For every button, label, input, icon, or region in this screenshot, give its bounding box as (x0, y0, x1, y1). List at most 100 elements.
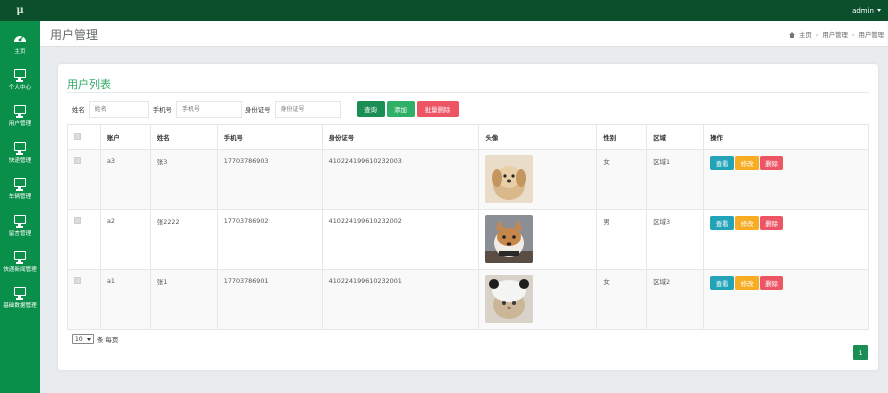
app-logo[interactable]: μ (0, 0, 40, 21)
actions-cell: 查看 修改 删除 (703, 269, 869, 330)
sidebar-item-label: 快递新闻管理 (3, 267, 37, 273)
search-filters: 姓名 手机号 身份证号 查询 添加 批量删除 (72, 100, 459, 118)
gender-cell: 男 (596, 209, 648, 270)
row-select-cell (67, 149, 101, 210)
phone-filter-label: 手机号 (152, 105, 172, 114)
phone-cell: 17703786901 (216, 269, 323, 330)
sidebar-item-label: 主页 (14, 49, 26, 55)
row-select-cell (67, 269, 101, 330)
account-cell: a2 (99, 209, 151, 270)
sidebar-item-news-management[interactable]: 快递新闻管理 (0, 243, 40, 279)
sidebar: 主页 个人中心 用户管理 快递管理 车辆管理 留言管理 快递新闻管理 基础数据管… (0, 21, 40, 393)
sidebar-item-message-management[interactable]: 留言管理 (0, 207, 40, 243)
row-checkbox[interactable] (74, 217, 81, 224)
phone-cell: 17703786903 (216, 149, 323, 210)
gender-cell: 女 (596, 269, 648, 330)
page-title: 用户管理 (50, 28, 99, 42)
column-header: 区域 (646, 124, 705, 150)
idcard-filter-label: 身份证号 (244, 105, 271, 114)
idcard-filter-input[interactable] (274, 100, 341, 118)
account-cell: a3 (99, 149, 151, 210)
column-header: 头像 (478, 124, 598, 150)
delete-button[interactable]: 删除 (760, 276, 784, 290)
divider (67, 92, 869, 93)
avatar-cell (478, 149, 598, 210)
sidebar-item-label: 用户管理 (8, 121, 32, 127)
actions-cell: 查看 修改 删除 (703, 149, 869, 210)
dashboard-icon (12, 30, 28, 44)
table-row: a3 张3 17703786903 410224199610232003 女 区… (67, 149, 869, 210)
sidebar-item-label: 车辆管理 (8, 194, 32, 200)
page-size-select[interactable]: 10 (72, 334, 94, 344)
table-header-row: 账户 姓名 手机号 身份证号 头像 性别 区域 操作 (67, 124, 869, 150)
cat-avatar (485, 275, 534, 323)
view-button[interactable]: 查看 (710, 276, 735, 290)
breadcrumb-item[interactable]: 用户管理 (822, 30, 848, 39)
name-cell: 张1 (149, 269, 218, 330)
delete-button[interactable]: 删除 (760, 216, 784, 230)
account-cell: a1 (99, 269, 151, 330)
sidebar-item-basic-data-management[interactable]: 基础数据管理 (0, 279, 40, 315)
monitor-icon (12, 102, 28, 118)
sidebar-item-personal-center[interactable]: 个人中心 (0, 61, 40, 97)
page-button-current[interactable]: 1 (853, 345, 868, 360)
page-header: 用户管理 主页 › 用户管理 › 用户管理 (40, 21, 888, 47)
sidebar-item-label: 个人中心 (8, 85, 32, 91)
region-cell: 区域3 (646, 209, 705, 270)
sidebar-item-express-management[interactable]: 快递管理 (0, 134, 40, 170)
idcard-cell: 410224199610232001 (321, 269, 480, 330)
column-header: 手机号 (216, 124, 323, 150)
view-button[interactable]: 查看 (710, 216, 735, 230)
edit-button[interactable]: 修改 (735, 216, 760, 230)
card-title: 用户列表 (67, 78, 111, 91)
delete-button[interactable]: 删除 (760, 156, 784, 170)
add-button[interactable]: 添加 (386, 101, 415, 117)
breadcrumb-home[interactable]: 主页 (799, 30, 812, 39)
sidebar-item-label: 快递管理 (8, 158, 32, 164)
sidebar-item-label: 基础数据管理 (3, 303, 37, 309)
page-size-control: 10 条 每页 (72, 334, 118, 344)
phone-filter-input[interactable] (175, 100, 242, 118)
name-cell: 张3 (149, 149, 218, 210)
sidebar-item-vehicle-management[interactable]: 车辆管理 (0, 170, 40, 206)
region-cell: 区域1 (646, 149, 705, 210)
column-header: 性别 (596, 124, 648, 150)
monitor-icon (12, 284, 28, 300)
user-name: admin (852, 6, 874, 15)
row-checkbox[interactable] (74, 277, 81, 284)
phone-cell: 17703786902 (216, 209, 323, 270)
region-cell: 区域2 (646, 269, 705, 330)
column-header: 姓名 (149, 124, 218, 150)
gender-cell: 女 (596, 149, 648, 210)
avatar-cell (478, 209, 598, 270)
monitor-icon (12, 212, 28, 228)
chevron-down-icon (87, 337, 91, 341)
breadcrumb-separator: › (815, 30, 819, 39)
monitor-icon (12, 66, 28, 82)
breadcrumb-current: 用户管理 (858, 31, 884, 39)
select-all-cell (67, 124, 101, 150)
search-button[interactable]: 查询 (356, 101, 385, 117)
table-row: a1 张1 17703786901 410224199610232001 女 区… (67, 269, 869, 330)
user-menu[interactable]: admin (852, 0, 881, 21)
row-checkbox[interactable] (74, 157, 81, 164)
column-header: 账户 (99, 124, 151, 150)
idcard-cell: 410224199610232003 (321, 149, 480, 210)
view-button[interactable]: 查看 (710, 156, 735, 170)
home-icon (788, 31, 795, 38)
shiba-avatar (485, 215, 534, 263)
column-header: 操作 (703, 124, 869, 150)
top-bar: μ admin (0, 0, 888, 21)
select-all-checkbox[interactable] (74, 132, 81, 140)
sidebar-item-user-management[interactable]: 用户管理 (0, 97, 40, 133)
monitor-icon (12, 248, 28, 264)
edit-button[interactable]: 修改 (735, 156, 760, 170)
per-page-label: 条 每页 (97, 335, 119, 344)
user-list-card: 用户列表 姓名 手机号 身份证号 查询 添加 批量删除 账户 姓名 手机号 身份… (58, 64, 878, 370)
table-row: a2 张2222 17703786902 410224199610232002 (67, 209, 869, 270)
batch-delete-button[interactable]: 批量删除 (416, 101, 459, 117)
edit-button[interactable]: 修改 (735, 276, 760, 290)
sidebar-item-home[interactable]: 主页 (0, 25, 40, 61)
page-size-value: 10 (75, 335, 83, 343)
name-filter-input[interactable] (88, 100, 149, 118)
